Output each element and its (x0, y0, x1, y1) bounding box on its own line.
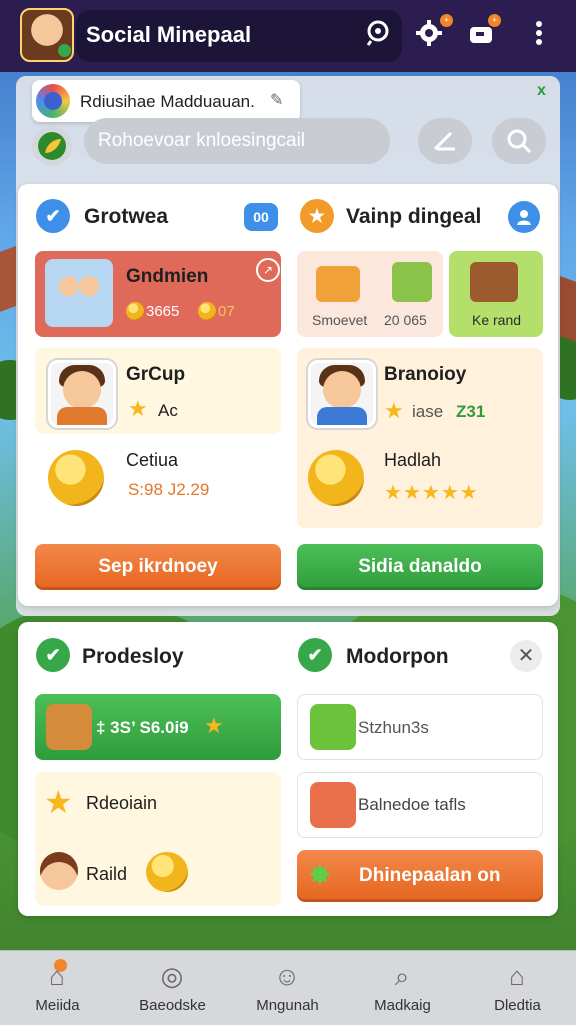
bottom-action-label: Dhinepaalan on (359, 865, 501, 886)
nav-label: Meiida (35, 997, 80, 1014)
online-indicator (58, 44, 71, 57)
group-avatar (48, 360, 116, 428)
bottom-action-button[interactable]: ✸ Dhinepaalan on (297, 850, 543, 902)
edit-friends-button[interactable] (418, 118, 472, 164)
left-section-badge: 00 (244, 203, 278, 231)
nav-camera[interactable]: ◎ Baeodske (115, 951, 230, 1025)
camera-icon: ◎ (160, 961, 184, 991)
search-friends-button[interactable] (492, 118, 546, 164)
bottom-right-title: Modorpon (346, 645, 449, 668)
info-icon[interactable]: ↗ (256, 258, 280, 282)
nav-search[interactable]: ⌕ Madkaig (345, 951, 460, 1025)
nav-house[interactable]: ⌂ Dledtia (460, 951, 575, 1025)
mailbox-badge: + (488, 14, 501, 27)
bottom-navigation: ⌂ Meiida ◎ Baeodske ☺ Mngunah ⌕ Madkaig … (0, 950, 576, 1025)
group-name: GrCup (126, 364, 186, 385)
gift-value: 20 065 (384, 312, 427, 328)
coin-stack-icon (146, 852, 188, 892)
star-icon: ★ (384, 398, 404, 423)
edit-icon[interactable]: ✎ (270, 90, 283, 110)
group-stat: Ac (158, 401, 178, 420)
person-icon: ☺ (273, 961, 301, 991)
player-face-icon (40, 852, 78, 890)
list-item-1[interactable]: Rdeoiain (86, 793, 157, 814)
star-icon: ★ (128, 396, 148, 421)
coin-stack-icon (48, 450, 104, 506)
gift-box-icon (316, 266, 360, 302)
coin-stack-icon (308, 450, 364, 506)
chest-icon (392, 262, 432, 302)
friend-avatar (308, 360, 376, 428)
star-icon: ★ (44, 784, 73, 820)
coins-label: Cetiua (126, 450, 179, 470)
player-level: 07 (218, 303, 235, 320)
friend-name: Branoioy (384, 364, 467, 385)
search-icon: ⌕ (394, 961, 410, 991)
toast-text: Rdiusihae Madduauan. (80, 92, 255, 111)
coin-icon (198, 302, 216, 320)
bottom-left-title: Prodesloy (82, 645, 184, 668)
more-menu-icon[interactable] (522, 16, 556, 50)
rating-star-icon: ★ (440, 482, 459, 504)
gear-token-icon (310, 704, 356, 750)
star-icon: ★ (204, 713, 224, 738)
notification-toast[interactable]: Rdiusihae Madduauan. (32, 80, 300, 122)
nav-label: Mngunah (256, 997, 319, 1014)
gift-label: Smoevet (312, 312, 368, 328)
friend-stat-value: Z31 (456, 402, 486, 421)
player-coins: 3665 (146, 303, 180, 320)
nav-label: Dledtia (494, 997, 541, 1014)
house-icon: ⌂ (509, 961, 525, 991)
treasure-chest-icon (470, 262, 518, 302)
nav-badge (54, 959, 67, 972)
stats-row-text: Stzhun3s (358, 718, 429, 737)
check-circle-icon: ✔ (298, 638, 332, 672)
settings-badge: + (440, 14, 453, 27)
nav-home[interactable]: ⌂ Meiida (0, 951, 115, 1025)
coin-icon (126, 302, 144, 320)
chat-search-icon[interactable] (362, 16, 396, 50)
rating-star-icon: ★ (421, 482, 440, 504)
left-action-button[interactable]: Sep ikrdnoey (35, 544, 281, 590)
rating-star-icon: ★ (459, 482, 478, 504)
left-section-title: Grotwea (84, 205, 169, 228)
leaf-icon[interactable] (32, 126, 72, 166)
rating-stars: ★★★★★ (384, 480, 479, 505)
list-item-2[interactable]: Raild (86, 864, 127, 885)
app-logo-icon (36, 84, 70, 118)
nav-label: Madkaig (374, 997, 431, 1014)
gift-icon (310, 782, 356, 828)
panel-close-icon[interactable]: x (537, 82, 546, 100)
close-icon[interactable]: ✕ (510, 640, 542, 672)
player-portrait (45, 259, 113, 327)
coins-value: S:98 J2.29 (128, 480, 210, 499)
nav-profile[interactable]: ☺ Mngunah (230, 951, 345, 1025)
nav-label: Baeodske (139, 997, 206, 1014)
top-bar: Social Minepaal + + (0, 0, 576, 72)
star-badge-icon: ★ (300, 199, 334, 233)
reward-row-text: ‡ 3S’ S6.0i9 (96, 718, 189, 737)
star-burst-icon: ✸ (309, 860, 331, 890)
verified-check-icon: ✔ (36, 199, 70, 233)
friend-coins-label: Hadlah (384, 450, 442, 470)
player-name: Gndmien (126, 266, 209, 287)
gift-label-2: Ke rand (472, 312, 522, 328)
friend-stat-label: iase (412, 402, 444, 421)
app-title: Social Minepaal (86, 22, 252, 47)
check-circle-icon: ✔ (36, 638, 70, 672)
right-action-button[interactable]: Sidia danaldo (297, 544, 543, 590)
barrel-icon (46, 704, 92, 750)
rating-star-icon: ★ (402, 482, 421, 504)
player-card-gndmien[interactable] (35, 251, 281, 337)
add-friend-icon[interactable] (508, 201, 540, 233)
details-row-text: Balnedoe tafls (358, 795, 466, 814)
rating-star-icon: ★ (384, 482, 402, 504)
search-input[interactable] (84, 118, 390, 164)
right-section-title: Vainp dingeal (346, 205, 482, 228)
